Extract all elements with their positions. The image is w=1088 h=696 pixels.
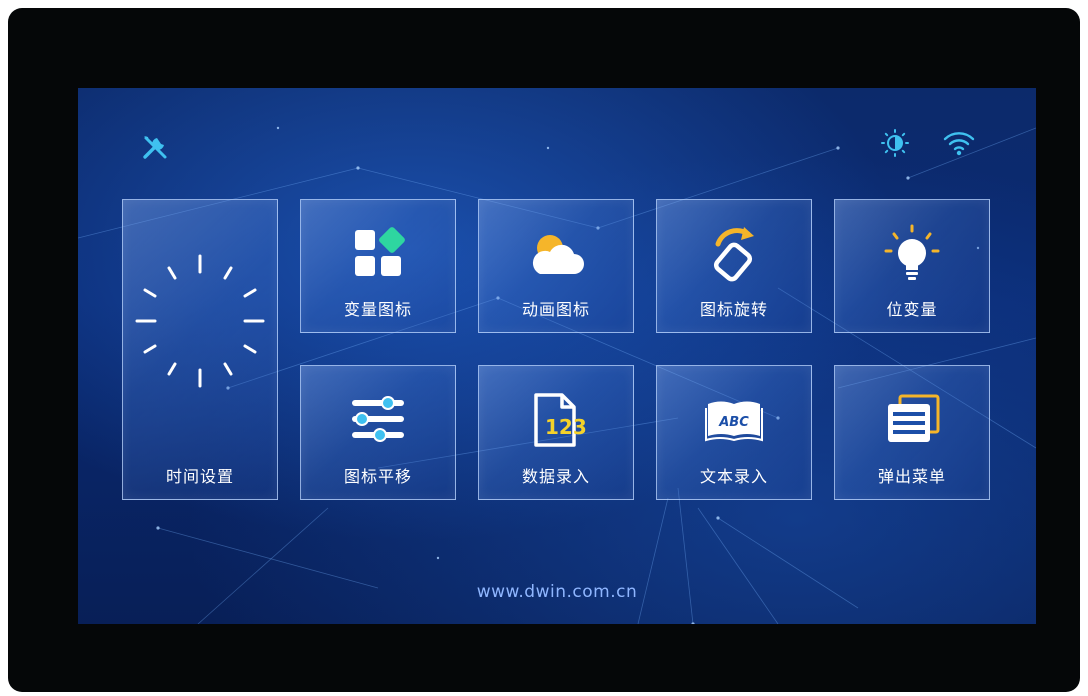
book-abc-icon: ABC bbox=[705, 401, 763, 442]
tile-label: 弹出菜单 bbox=[877, 467, 946, 486]
tile-text-input[interactable]: ABC 文本录入 bbox=[656, 365, 812, 500]
lightbulb-icon bbox=[884, 224, 940, 280]
tile-data-input[interactable]: 123 数据录入 bbox=[478, 365, 634, 500]
footer-url: www.dwin.com.cn bbox=[476, 582, 638, 602]
tile-label: 位变量 bbox=[886, 300, 938, 319]
device-bezel: 时间设置 变量图标 动画图标 图标旋转 位变量 图标平移 123 数据录入 AB… bbox=[8, 8, 1080, 692]
sliders-icon bbox=[352, 396, 404, 442]
wifi-icon[interactable] bbox=[942, 128, 976, 158]
svg-text:123: 123 bbox=[545, 415, 586, 439]
tile-icon-rotation[interactable]: 图标旋转 bbox=[656, 199, 812, 333]
tile-variable-icon[interactable]: 变量图标 bbox=[300, 199, 456, 333]
tile-time-setting[interactable]: 时间设置 bbox=[122, 199, 278, 500]
settings-wrench-icon[interactable] bbox=[140, 132, 170, 162]
svg-text:ABC: ABC bbox=[718, 415, 749, 430]
brightness-icon[interactable] bbox=[880, 128, 910, 158]
tile-label: 数据录入 bbox=[521, 467, 590, 486]
tile-label: 变量图标 bbox=[343, 300, 412, 319]
tile-label: 图标平移 bbox=[343, 467, 412, 486]
tile-animation-icon[interactable]: 动画图标 bbox=[478, 199, 634, 333]
cloud-sun-icon bbox=[532, 235, 584, 274]
tile-label: 文本录入 bbox=[699, 467, 768, 486]
number-input-icon: 123 bbox=[534, 393, 586, 447]
clock-icon bbox=[135, 254, 265, 388]
menu-list-icon bbox=[888, 394, 940, 442]
tile-bit-variable[interactable]: 位变量 bbox=[834, 199, 990, 333]
hmi-screen: 时间设置 变量图标 动画图标 图标旋转 位变量 图标平移 123 数据录入 AB… bbox=[78, 88, 1036, 624]
rotate-icon bbox=[713, 227, 754, 282]
tile-label: 动画图标 bbox=[521, 300, 590, 319]
tile-label: 时间设置 bbox=[165, 467, 234, 486]
variable-icon bbox=[355, 227, 405, 276]
tile-popup-menu[interactable]: 弹出菜单 bbox=[834, 365, 990, 500]
tile-label: 图标旋转 bbox=[699, 300, 768, 319]
tile-icon-translation[interactable]: 图标平移 bbox=[300, 365, 456, 500]
